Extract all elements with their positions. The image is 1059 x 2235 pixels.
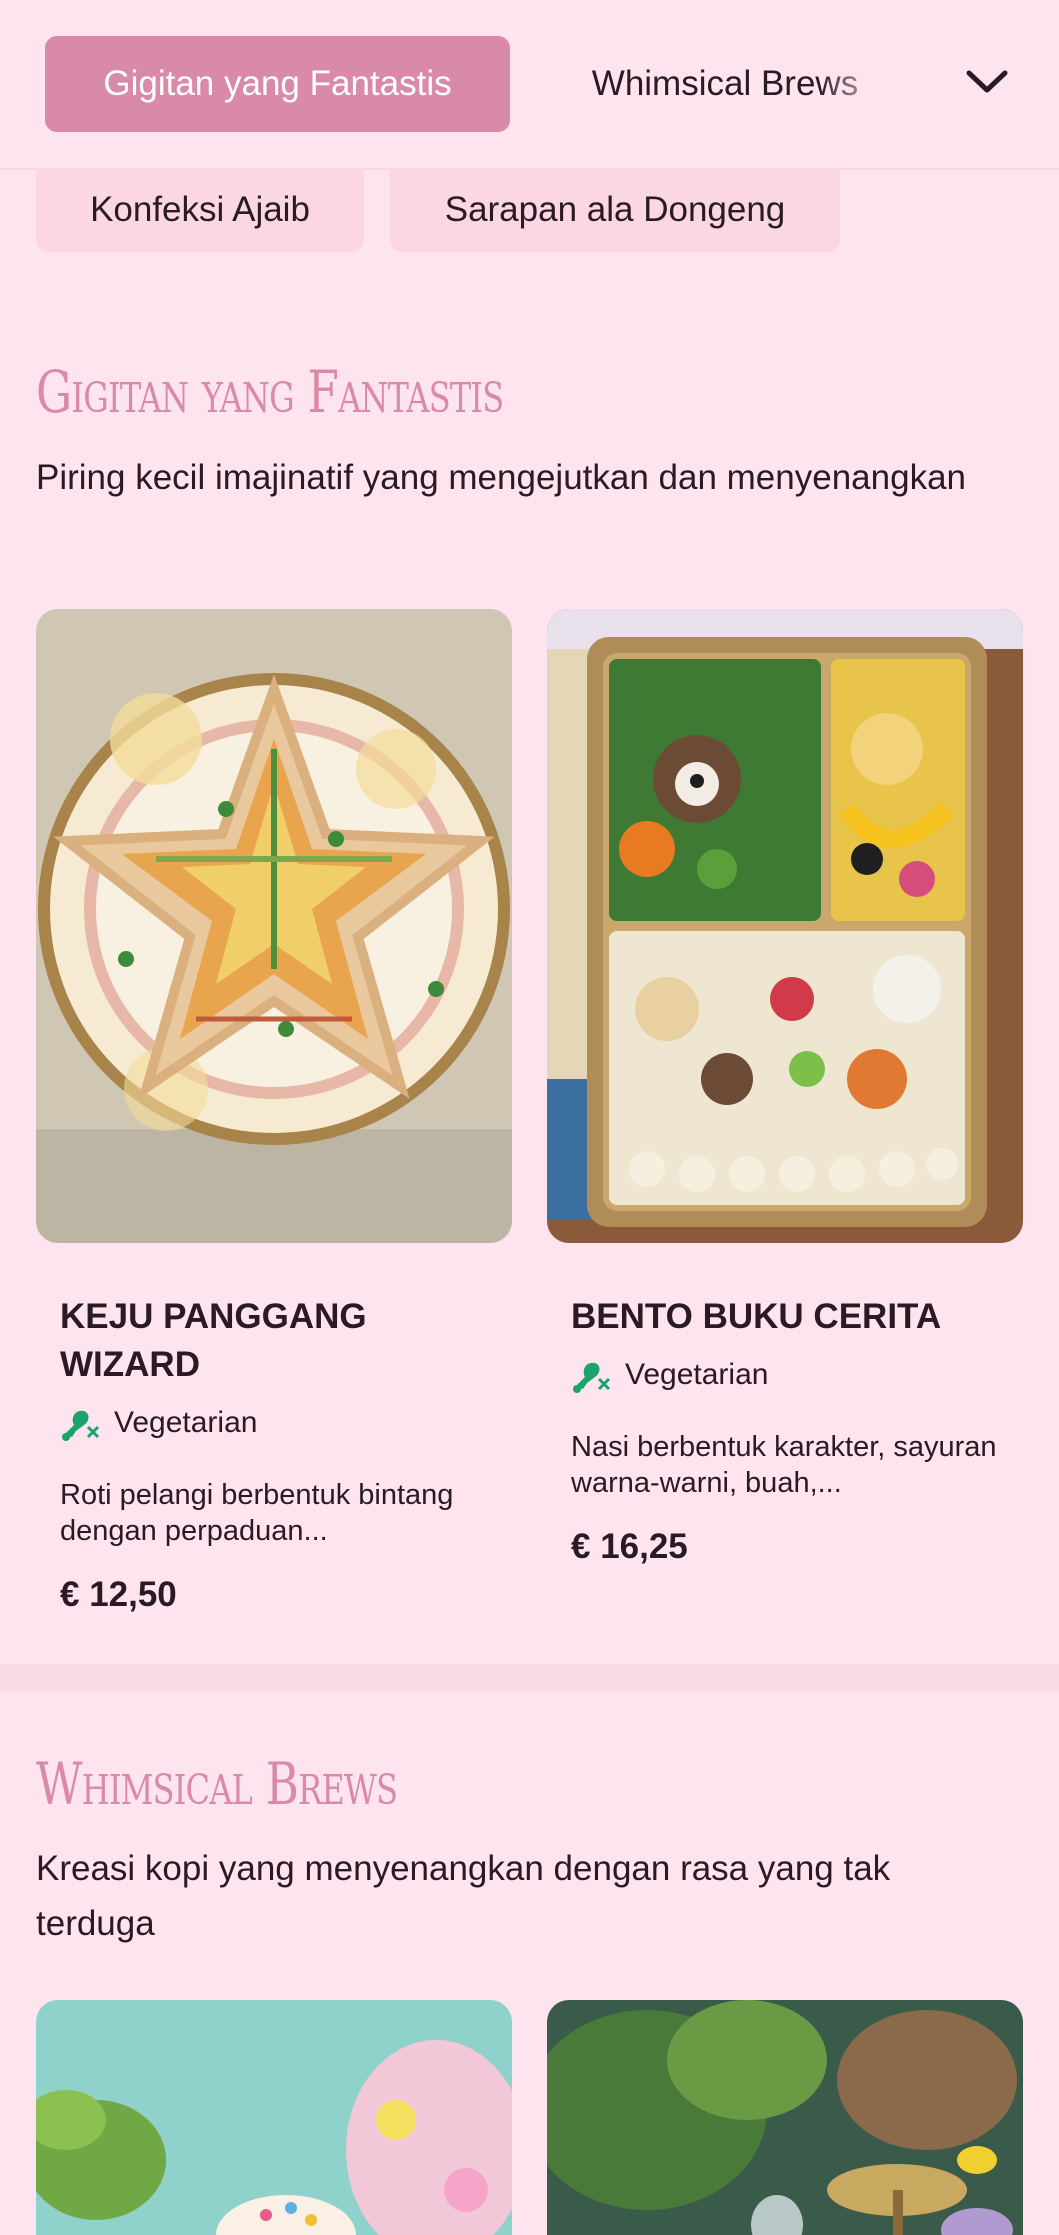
menu-item-description: Nasi berbentuk karakter, sayuran warna-w…	[571, 1431, 997, 1499]
menu-item-price: € 16,25	[571, 1527, 688, 1566]
fairy-garden-image	[547, 2000, 1023, 2235]
category-tab-whimsical-brews[interactable]: Whimsical Brews	[560, 36, 890, 132]
menu-item-title: Keju Panggang Wizard	[60, 1297, 367, 1384]
vegetarian-badge: Vegetarian	[571, 1357, 1023, 1393]
category-pill-konfeksi[interactable]: Konfeksi Ajaib	[36, 168, 364, 252]
vegetarian-badge: Vegetarian	[60, 1405, 512, 1441]
menu-item-title: Bento Buku Cerita	[571, 1297, 942, 1336]
category-tab-label: Whimsical Brews	[591, 64, 859, 103]
section-title: Gigitan yang Fantastis	[36, 358, 504, 426]
menu-card-brew-1[interactable]	[36, 2000, 512, 2235]
no-meat-icon	[62, 1410, 100, 1441]
section-description: Piring kecil imajinatif yang mengejutkan…	[36, 458, 966, 497]
category-pills: Konfeksi Ajaib Sarapan ala Dongeng	[0, 168, 1059, 258]
category-pill-sarapan[interactable]: Sarapan ala Dongeng	[390, 168, 840, 252]
section-divider	[0, 1664, 1059, 1692]
section-title: Whimsical Brews	[36, 1750, 398, 1818]
bento-box-image	[547, 609, 1023, 1243]
menu-card-bento[interactable]: Bento Buku Cerita Vegetarian Nasi berben…	[547, 609, 1023, 1567]
menu-item-description: Roti pelangi berbentuk bintang dengan pe…	[60, 1479, 454, 1547]
diet-label: Vegetarian	[625, 1358, 769, 1391]
menu-card-brew-2[interactable]	[547, 2000, 1023, 2235]
category-tab-gigitan[interactable]: Gigitan yang Fantastis	[45, 36, 510, 132]
menu-item-price: € 12,50	[60, 1575, 177, 1614]
section-description: Kreasi kopi yang menyenangkan dengan ras…	[36, 1849, 891, 1943]
diet-label: Vegetarian	[114, 1406, 258, 1439]
category-nav: Gigitan yang Fantastis Whimsical Brews	[0, 0, 1059, 170]
chevron-down-icon[interactable]	[955, 50, 1019, 114]
whimsical-drink-image	[36, 2000, 512, 2235]
no-meat-icon	[573, 1362, 611, 1393]
star-sandwich-image	[36, 609, 512, 1243]
menu-card-keju-panggang[interactable]: Keju Panggang Wizard Vegetarian Roti pel…	[36, 609, 512, 1615]
